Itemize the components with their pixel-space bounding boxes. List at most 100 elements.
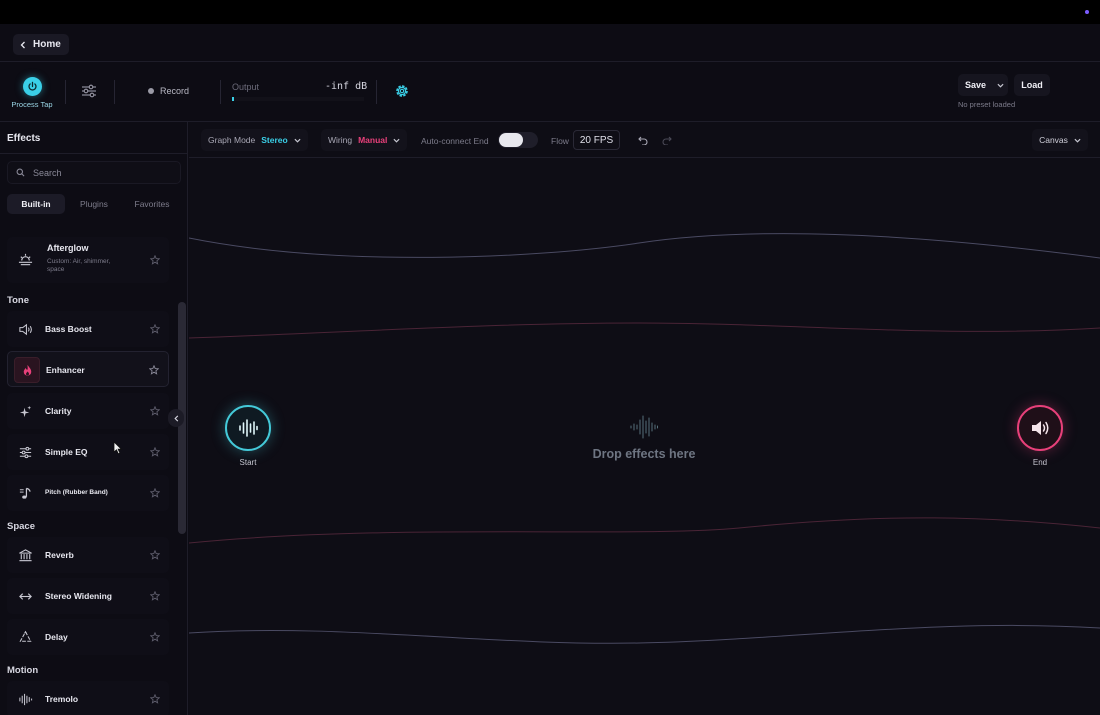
divider <box>114 80 115 104</box>
sunset-icon <box>16 251 34 267</box>
load-button[interactable]: Load <box>1014 74 1050 96</box>
chevron-down-icon <box>294 138 301 143</box>
list-item-pitch[interactable]: Pitch (Rubber Band) <box>7 475 169 511</box>
graph-canvas[interactable]: Graph Mode Stereo Wiring Manual Auto-con… <box>189 122 1100 715</box>
undo-icon[interactable] <box>638 135 648 145</box>
effects-tabs: Built-in Plugins Favorites <box>7 194 181 214</box>
auto-connect-label: Auto-connect End <box>421 136 489 146</box>
star-icon[interactable] <box>150 255 160 265</box>
list-item-bass-boost[interactable]: Bass Boost <box>7 311 169 347</box>
end-node[interactable] <box>1017 405 1063 451</box>
effect-description: Custom: Air, shimmer, space <box>47 258 111 273</box>
divider <box>376 80 377 104</box>
save-button-group: Save <box>958 74 1008 96</box>
wave-line <box>189 233 1100 259</box>
tab-built-in[interactable]: Built-in <box>7 194 65 214</box>
star-icon[interactable] <box>150 488 160 498</box>
save-options-button[interactable] <box>992 74 1008 96</box>
sliders-icon <box>16 444 34 460</box>
effect-name: Tremolo <box>45 694 79 704</box>
output-meter-fill <box>232 97 234 101</box>
music-note-icon <box>16 485 34 501</box>
category-heading-tone: Tone <box>7 295 29 306</box>
list-item-reverb[interactable]: Reverb <box>7 537 169 573</box>
effect-name: Pitch (Rubber Band) <box>45 489 108 496</box>
graph-mode-select[interactable]: Graph Mode Stereo <box>201 129 308 151</box>
graph-mode-value: Stereo <box>261 135 288 145</box>
record-button[interactable]: Record <box>148 86 189 96</box>
divider <box>0 153 188 154</box>
output-value: -inf dB <box>325 81 368 92</box>
home-label: Home <box>33 39 61 50</box>
output-label: Output <box>232 82 260 92</box>
wiring-value: Manual <box>358 135 388 145</box>
waveform-icon <box>239 419 258 437</box>
collapse-sidebar-button[interactable] <box>168 409 184 427</box>
star-icon[interactable] <box>150 447 160 457</box>
star-icon[interactable] <box>150 324 160 334</box>
title-bar <box>0 0 1100 24</box>
process-tap-toggle[interactable]: Process Tap <box>10 77 54 109</box>
auto-connect-toggle[interactable] <box>498 132 538 148</box>
category-heading-motion: Motion <box>7 665 39 676</box>
star-icon[interactable] <box>150 591 160 601</box>
tab-plugins[interactable]: Plugins <box>65 194 123 214</box>
star-icon[interactable] <box>149 365 159 375</box>
list-item-clarity[interactable]: Clarity <box>7 393 169 429</box>
redo-icon[interactable] <box>662 135 672 145</box>
wiring-label: Wiring <box>328 135 353 145</box>
mouse-cursor-icon <box>113 441 123 455</box>
waveform-icon <box>630 415 658 439</box>
power-icon <box>22 77 42 96</box>
view-select[interactable]: Canvas <box>1032 129 1088 151</box>
wiring-select[interactable]: Wiring Manual <box>321 129 408 151</box>
status-dot <box>1085 10 1089 14</box>
star-icon[interactable] <box>150 632 160 642</box>
toggle-knob <box>499 133 523 147</box>
canvas-toolbar: Graph Mode Stereo Wiring Manual Auto-con… <box>189 122 1100 158</box>
speaker-icon <box>1032 421 1049 435</box>
waveform-icon <box>16 691 34 707</box>
effects-list: Afterglow Custom: Air, shimmer, space To… <box>7 224 171 715</box>
main-toolbar: Process Tap Record Output -inf dB <box>0 62 1100 122</box>
effects-sidebar: Effects Search Built-in Plugins Favorite… <box>0 122 188 715</box>
nav-bar: Home <box>0 24 1100 62</box>
mixer-icon[interactable] <box>81 83 97 99</box>
star-icon[interactable] <box>150 550 160 560</box>
gear-icon[interactable] <box>394 83 410 99</box>
effect-name: Delay <box>45 632 68 642</box>
search-field[interactable]: Search <box>7 161 181 184</box>
process-tap-label: Process Tap <box>11 100 53 109</box>
output-meter <box>232 97 364 101</box>
effect-name: Stereo Widening <box>45 591 112 601</box>
flow-label: Flow <box>551 136 569 146</box>
list-item-simple-eq[interactable]: Simple EQ <box>7 434 169 470</box>
wave-line <box>189 624 1100 644</box>
tab-favorites[interactable]: Favorites <box>123 194 181 214</box>
chevron-left-icon <box>20 41 25 48</box>
divider <box>65 80 66 104</box>
record-label: Record <box>160 86 190 96</box>
star-icon[interactable] <box>150 694 160 704</box>
list-item-enhancer[interactable]: Enhancer <box>7 351 169 387</box>
search-placeholder: Search <box>33 167 62 178</box>
sparkle-icon <box>16 403 34 419</box>
list-item-afterglow[interactable]: Afterglow Custom: Air, shimmer, space <box>7 237 169 283</box>
category-heading-space: Space <box>7 521 35 532</box>
start-node[interactable] <box>225 405 271 451</box>
end-node-label: End <box>1032 458 1048 467</box>
list-item-tremolo[interactable]: Tremolo <box>7 681 169 715</box>
sidebar-title: Effects <box>7 133 41 144</box>
columns-icon <box>16 547 34 563</box>
list-item-delay[interactable]: Delay <box>7 619 169 655</box>
flow-fps-select[interactable]: 20 FPS <box>573 130 620 150</box>
search-icon <box>16 168 25 177</box>
divider <box>220 80 221 104</box>
home-button[interactable]: Home <box>13 34 69 55</box>
chevron-down-icon <box>1074 138 1081 143</box>
record-dot-icon <box>148 88 154 94</box>
save-button[interactable]: Save <box>958 80 992 90</box>
list-item-stereo-widening[interactable]: Stereo Widening <box>7 578 169 614</box>
star-icon[interactable] <box>150 406 160 416</box>
effect-name: Afterglow <box>47 243 89 253</box>
